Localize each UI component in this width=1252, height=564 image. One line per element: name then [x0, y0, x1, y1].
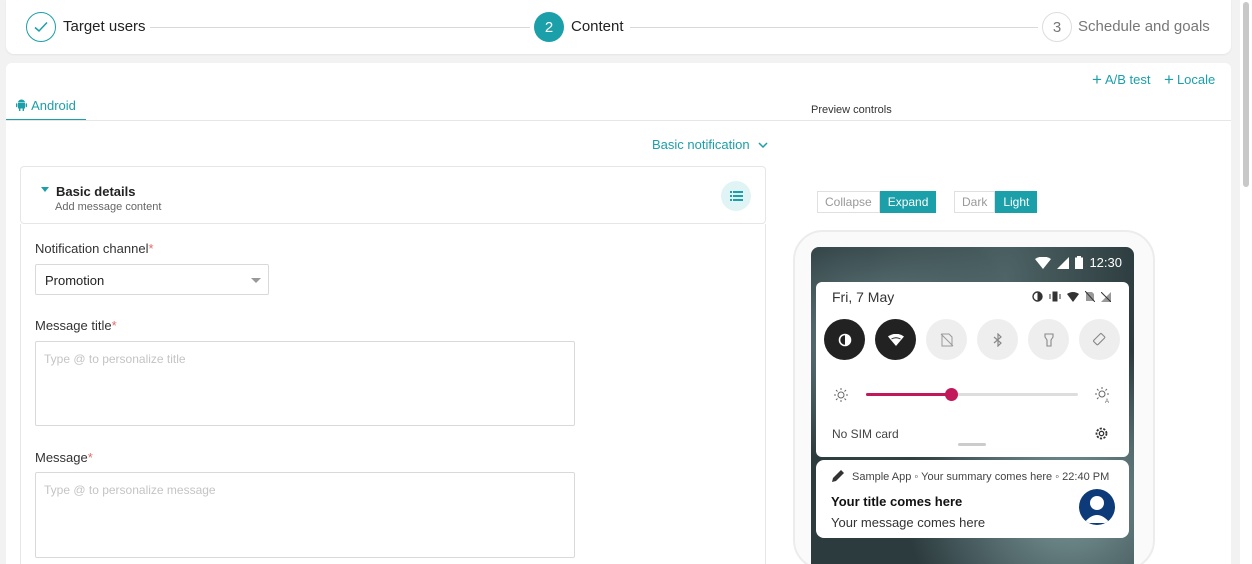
message-label-text: Message: [35, 450, 88, 465]
mobile-data-tile[interactable]: [926, 319, 967, 360]
scrollbar-thumb[interactable]: [1243, 2, 1249, 187]
add-locale-button[interactable]: + Locale: [1164, 70, 1216, 89]
message-input[interactable]: Type @ to personalize message: [35, 472, 575, 558]
battery-icon: [1075, 256, 1084, 269]
tabs-divider: [6, 120, 1231, 121]
wifi-icon: [887, 333, 904, 346]
pencil-icon: [832, 470, 844, 482]
basic-details-subtitle: Add message content: [55, 201, 162, 213]
template-dropdown-label: Basic notification: [652, 137, 750, 152]
step-connector: [150, 27, 530, 28]
stepper: Target users 2 Content 3 Schedule and go…: [6, 0, 1231, 54]
channel-label: Notification channel*: [35, 241, 154, 256]
wifi-icon: [1067, 291, 1079, 302]
step-1-label[interactable]: Target users: [63, 18, 146, 35]
tab-android-label: Android: [31, 97, 76, 113]
notification-title: Your title comes here: [831, 494, 963, 509]
status-bar: 12:30: [1035, 255, 1122, 270]
ab-test-label: A/B test: [1104, 72, 1151, 87]
bluetooth-tile[interactable]: [977, 319, 1018, 360]
step-2-label[interactable]: Content: [571, 18, 624, 35]
check-icon: [34, 21, 48, 33]
no-sim-icon: [940, 333, 953, 346]
quick-settings-panel: Fri, 7 May A No SIM card: [816, 282, 1129, 457]
notification-card[interactable]: Sample App ◦ Your summary comes here ◦ 2…: [816, 460, 1129, 538]
no-signal-icon: [1101, 291, 1111, 302]
channel-label-text: Notification channel: [35, 241, 149, 256]
gear-icon[interactable]: [1094, 426, 1109, 441]
basic-details-title: Basic details: [56, 184, 136, 199]
required-mark: *: [148, 241, 154, 256]
dark-button[interactable]: Dark: [954, 191, 996, 213]
rotate-icon: [1093, 333, 1106, 346]
caret-down-icon: [251, 278, 261, 283]
avatar: [1079, 489, 1115, 525]
title-placeholder: Type @ to personalize title: [44, 352, 186, 366]
message-label: Message*: [35, 450, 93, 465]
signal-icon: [1057, 256, 1070, 269]
no-sim-icon: [1085, 291, 1095, 302]
flashlight-icon: [1043, 332, 1054, 347]
qs-date: Fri, 7 May: [832, 289, 895, 305]
theme-toggle: Dark Light: [954, 191, 1038, 213]
status-time: 12:30: [1089, 255, 1122, 270]
message-placeholder: Type @ to personalize message: [44, 483, 216, 497]
template-dropdown[interactable]: Basic notification: [652, 137, 768, 152]
channel-value: Promotion: [45, 273, 105, 288]
wifi-tile[interactable]: [875, 319, 916, 360]
data-saver-tile[interactable]: [824, 319, 865, 360]
user-icon: [1084, 496, 1110, 523]
brightness-slider-fill: [866, 393, 951, 396]
step-3-number: 3: [1052, 18, 1062, 36]
drag-handle[interactable]: [958, 443, 986, 446]
brightness-auto-icon: A: [1095, 387, 1109, 403]
collapse-button[interactable]: Collapse: [817, 191, 880, 213]
no-sim-label: No SIM card: [832, 427, 899, 441]
phone-screen: 12:30 Fri, 7 May A No SIM card Sample Ap…: [811, 247, 1134, 564]
add-ab-test-button[interactable]: + A/B test: [1092, 70, 1151, 89]
svg-text:A: A: [1105, 399, 1109, 403]
basic-details-header[interactable]: Basic details Add message content: [20, 166, 766, 224]
brightness-low-icon: [834, 388, 848, 402]
auto-rotate-tile[interactable]: [1079, 319, 1120, 360]
android-icon: [16, 99, 28, 111]
qs-status-icons: [1032, 291, 1111, 302]
list-button[interactable]: [721, 181, 751, 211]
bluetooth-icon: [993, 332, 1002, 347]
tab-android[interactable]: Android: [6, 91, 86, 121]
plus-icon: +: [1164, 70, 1174, 89]
step-3-label[interactable]: Schedule and goals: [1078, 18, 1210, 35]
title-label-text: Message title: [35, 318, 112, 333]
list-icon: [729, 191, 743, 201]
flashlight-tile[interactable]: [1028, 319, 1069, 360]
plus-icon: +: [1092, 70, 1102, 89]
data-saver-icon: [838, 333, 851, 346]
notification-message: Your message comes here: [831, 515, 986, 530]
step-3-circle[interactable]: 3: [1042, 12, 1072, 42]
vibrate-icon: [1049, 291, 1061, 302]
brightness-slider-thumb[interactable]: [944, 388, 958, 401]
data-saver-icon: [1032, 291, 1043, 302]
required-mark: *: [87, 450, 93, 465]
expand-button[interactable]: Expand: [879, 191, 937, 213]
step-connector: [630, 27, 1038, 28]
title-label: Message title*: [35, 318, 117, 333]
required-mark: *: [111, 318, 117, 333]
brightness-slider[interactable]: [866, 388, 1078, 401]
notification-meta: Sample App ◦ Your summary comes here ◦ 2…: [852, 471, 1110, 483]
notification-channel-select[interactable]: Promotion: [35, 264, 269, 295]
caret-down-icon[interactable]: [41, 187, 49, 192]
preview-controls-label: Preview controls: [811, 104, 892, 116]
locale-label: Locale: [1176, 72, 1216, 87]
step-1-done-circle[interactable]: [26, 12, 56, 42]
collapse-expand-toggle: Collapse Expand: [817, 191, 937, 213]
step-2-circle[interactable]: 2: [534, 12, 564, 42]
light-button[interactable]: Light: [995, 191, 1038, 213]
wifi-icon: [1035, 256, 1052, 269]
step-2-number: 2: [544, 18, 554, 36]
page-scrollbar[interactable]: [1240, 0, 1252, 564]
chevron-down-icon: [758, 141, 768, 148]
message-title-input[interactable]: Type @ to personalize title: [35, 341, 575, 426]
